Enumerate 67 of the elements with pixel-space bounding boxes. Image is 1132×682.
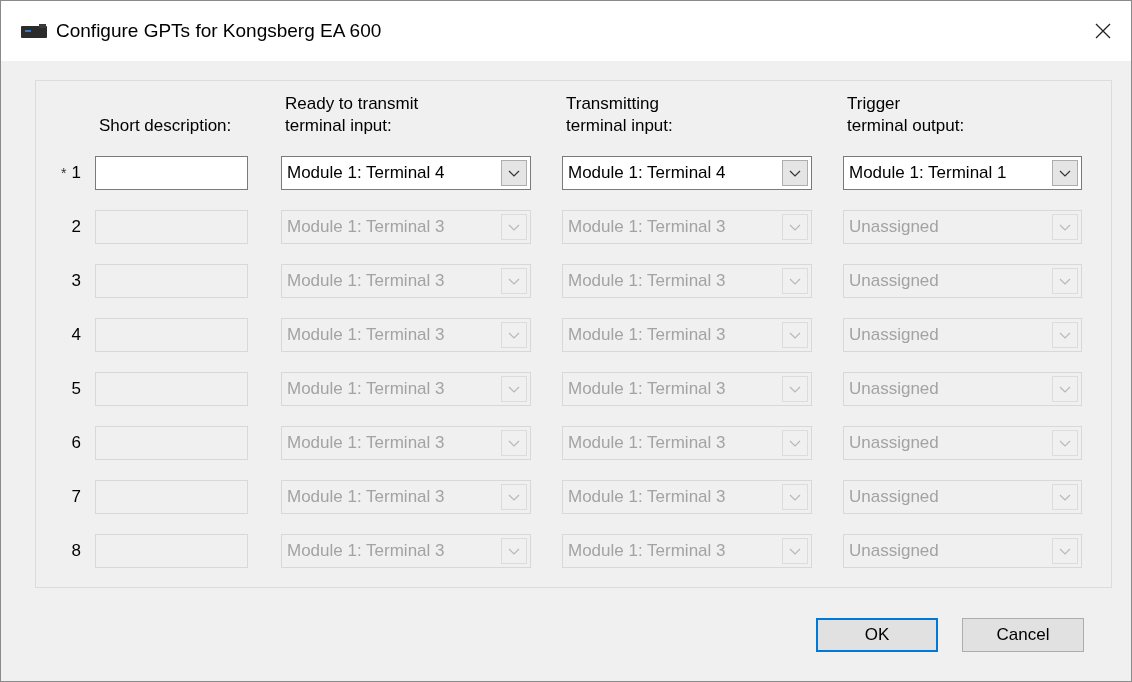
row-number: 8 bbox=[71, 541, 81, 561]
dropdown[interactable]: Module 1: Terminal 3 bbox=[562, 426, 812, 460]
caret-icon bbox=[789, 439, 801, 447]
dropdown[interactable]: Module 1: Terminal 3 bbox=[281, 426, 531, 460]
dropdown[interactable]: Unassigned bbox=[843, 534, 1082, 568]
caret-icon bbox=[789, 331, 801, 339]
dropdown[interactable]: Unassigned bbox=[843, 210, 1082, 244]
close-icon[interactable] bbox=[1095, 23, 1111, 39]
dropdown[interactable]: Module 1: Terminal 3 bbox=[562, 372, 812, 406]
caret-icon bbox=[1059, 385, 1071, 393]
caret-icon bbox=[1059, 493, 1071, 501]
dropdown[interactable]: Module 1: Terminal 3 bbox=[562, 318, 812, 352]
dropdown[interactable]: Unassigned bbox=[843, 426, 1082, 460]
window-title: Configure GPTs for Kongsberg EA 600 bbox=[56, 20, 382, 42]
column-header: Transmitting terminal input: bbox=[565, 93, 673, 137]
caret-icon bbox=[1059, 169, 1071, 177]
row-number: 1 bbox=[71, 163, 81, 183]
column-header: Ready to transmit terminal input: bbox=[284, 93, 419, 137]
caret-icon bbox=[508, 385, 520, 393]
dropdown[interactable]: Unassigned bbox=[843, 372, 1082, 406]
row-number: 7 bbox=[71, 487, 81, 507]
caret-icon bbox=[1059, 547, 1071, 555]
row-number: 5 bbox=[71, 379, 81, 399]
caret-icon bbox=[508, 223, 520, 231]
dropdown[interactable]: Module 1: Terminal 1 bbox=[843, 156, 1082, 190]
dropdown[interactable]: Unassigned bbox=[843, 264, 1082, 298]
dropdown[interactable]: Unassigned bbox=[843, 480, 1082, 514]
dropdown[interactable]: Unassigned bbox=[843, 318, 1082, 352]
device-icon bbox=[21, 24, 47, 38]
column-header: Short description: bbox=[98, 115, 232, 137]
caret-icon bbox=[789, 493, 801, 501]
caret-icon bbox=[508, 493, 520, 501]
caret-icon bbox=[508, 277, 520, 285]
caret-icon bbox=[508, 169, 520, 177]
dropdown[interactable]: Module 1: Terminal 3 bbox=[281, 264, 531, 298]
dropdown[interactable]: Module 1: Terminal 3 bbox=[281, 480, 531, 514]
caret-icon bbox=[789, 277, 801, 285]
dropdown[interactable]: Module 1: Terminal 3 bbox=[281, 372, 531, 406]
column-header: Trigger terminal output: bbox=[846, 93, 965, 137]
dropdown[interactable]: Module 1: Terminal 3 bbox=[562, 534, 812, 568]
caret-icon bbox=[789, 223, 801, 231]
dropdown[interactable]: Module 1: Terminal 3 bbox=[281, 534, 531, 568]
caret-icon bbox=[508, 439, 520, 447]
dropdown[interactable]: Module 1: Terminal 3 bbox=[562, 480, 812, 514]
row-number: 3 bbox=[71, 271, 81, 291]
cancel-button[interactable]: Cancel bbox=[962, 618, 1084, 652]
caret-icon bbox=[508, 331, 520, 339]
caret-icon bbox=[508, 547, 520, 555]
caret-icon bbox=[1059, 439, 1071, 447]
caret-icon bbox=[789, 385, 801, 393]
row-number: 4 bbox=[71, 325, 81, 345]
dropdown[interactable]: Module 1: Terminal 4 bbox=[281, 156, 531, 190]
caret-icon bbox=[789, 169, 801, 177]
dropdown[interactable]: Module 1: Terminal 3 bbox=[562, 264, 812, 298]
row-number: 6 bbox=[71, 433, 81, 453]
row-marker: * bbox=[61, 165, 67, 181]
row-number: 2 bbox=[71, 217, 81, 237]
description-field[interactable] bbox=[95, 156, 248, 190]
dropdown[interactable]: Module 1: Terminal 4 bbox=[562, 156, 812, 190]
caret-icon bbox=[1059, 331, 1071, 339]
dropdown[interactable]: Module 1: Terminal 3 bbox=[281, 210, 531, 244]
caret-icon bbox=[1059, 223, 1071, 231]
caret-icon bbox=[1059, 277, 1071, 285]
dropdown[interactable]: Module 1: Terminal 3 bbox=[562, 210, 812, 244]
caret-icon bbox=[789, 547, 801, 555]
ok-button[interactable]: OK bbox=[816, 618, 938, 652]
dropdown[interactable]: Module 1: Terminal 3 bbox=[281, 318, 531, 352]
